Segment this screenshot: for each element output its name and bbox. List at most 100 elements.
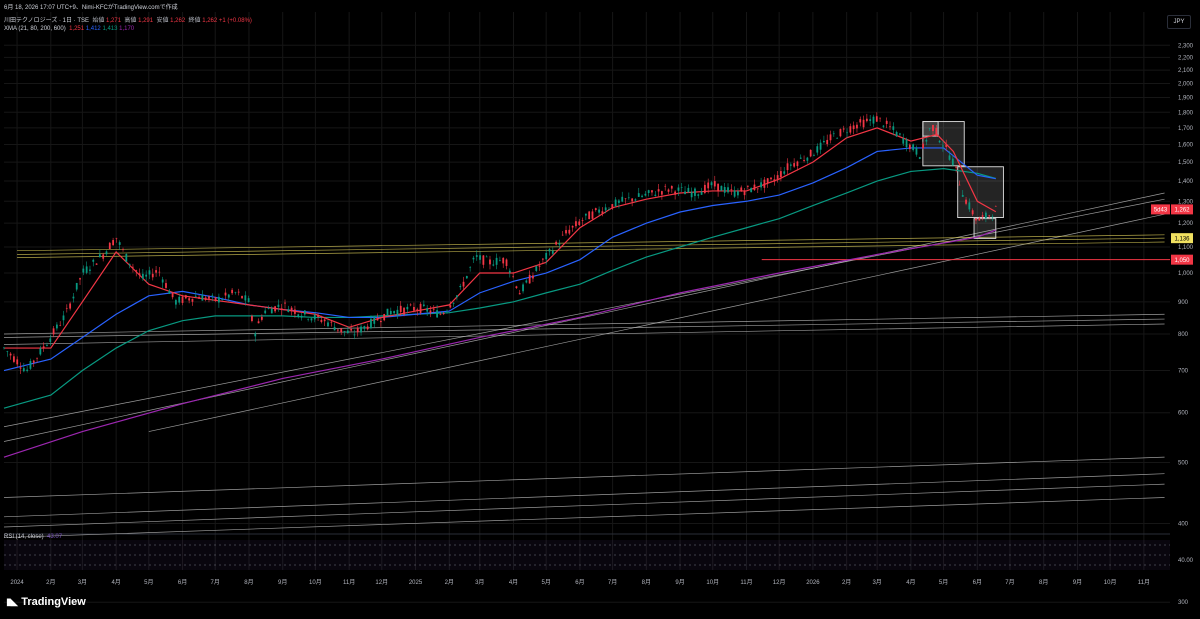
candle-body [928,128,931,130]
candle-body [839,129,842,137]
candle-body [297,314,300,317]
candle-body [151,273,154,278]
candle-body [155,270,157,273]
candle-body [383,313,386,321]
candle-body [356,327,359,333]
currency-button[interactable]: JPY [1167,15,1191,29]
xma600-value: 1,170 [119,26,135,32]
rsi-legend[interactable]: RSI (14, close) 43.07 [4,534,62,540]
candle-body [442,313,445,315]
candle-body [809,149,812,157]
candle-body [320,319,323,322]
candle-body [895,132,898,137]
candle-body [360,326,362,333]
candle-body [786,163,789,171]
candle-body [323,319,326,322]
candle-body [85,266,88,273]
candle-body [234,292,237,293]
candle-body [856,124,858,129]
candle-body [495,257,498,265]
candle-body [862,119,865,128]
candle-body [141,273,144,279]
candle-body [611,204,614,209]
time-tick-label: 8月 [642,579,651,586]
symbol-title[interactable]: 川田テクノロジーズ · 1日 · TSE [4,18,89,24]
candle-body [657,189,660,192]
symbol-legend[interactable]: 川田テクノロジーズ · 1日 · TSE 始値 1,271 高値 1,291 安… [4,15,252,24]
candle-body [158,271,161,273]
candle-body [892,126,895,130]
candle-body [753,184,756,191]
candle-body [644,193,647,196]
candle-body [79,278,81,280]
candlesticks [3,112,997,375]
price-labels: 1,262 5d43 1,136 1,050 [1151,204,1193,265]
candle-body [819,142,822,150]
candle-body [217,296,220,303]
candle-body [793,163,796,167]
time-tick-label: 10月 [309,579,322,586]
indicator-legend[interactable]: XMA (21, 80, 200, 600) 1,251 1,412 1,413… [4,26,134,32]
candle-body [469,267,472,268]
candle-body [776,175,779,179]
candle-body [852,125,855,130]
candle-body [899,133,901,135]
candle-body [287,309,290,313]
candle-body [680,187,683,188]
time-tick-label: 6月 [178,579,187,586]
tradingview-logo[interactable]: ▮◣ TradingView [6,596,86,608]
candle-body [135,270,138,272]
candle-body [508,270,511,273]
candle-body [575,221,577,227]
candle-body [932,125,934,132]
price-axis[interactable]: 2,300 2,200 2,100 2,000 1,900 1,800 1,700 1,600… [1178,43,1194,606]
candle-body [439,314,442,315]
candle-body [555,241,558,245]
trendline [3,497,1165,538]
candle-body [551,250,554,254]
candle-body [3,347,5,349]
candle-body [9,353,12,356]
candle-body [389,310,392,315]
indicator-label[interactable]: XMA (21, 80, 200, 600) [4,26,66,32]
price-tick-label: 2,300 [1178,43,1194,49]
candle-body [75,282,78,290]
candle-body [22,368,25,372]
time-tick-label: 7月 [608,579,617,586]
candle-body [902,138,905,144]
candle-body [115,237,118,239]
candle-body [485,256,488,258]
candle-body [687,187,690,193]
candle-body [667,189,670,192]
candle-body [62,315,65,321]
candle-body [198,297,200,299]
rsi-label[interactable]: RSI (14, close) [4,534,44,540]
rectangle-drawings [922,121,1004,239]
high-value: 1,291 [138,18,154,24]
candle-body [766,178,769,184]
price-tick-label: 800 [1178,332,1189,338]
candle-body [991,216,994,218]
candle-body [145,274,148,277]
candle-body [482,255,485,265]
candle-body [168,290,171,294]
time-axis[interactable]: 2024 2月 3月 4月 5月 6月 7月 8月 9月 10月 11月 12月 2025 2月 3月 4月 5… [10,579,1150,586]
candle-body [211,295,214,296]
price-tick-label: 600 [1178,411,1189,417]
xma200-value: 1,413 [102,26,118,32]
candle-body [885,120,888,124]
candle-body [247,298,250,303]
candle-body [327,322,329,327]
candle-body [13,356,15,362]
candle-body [541,258,544,260]
price-chart[interactable]: 40.00 2,300 2,200 2,100 2,000 1,900 1,800 1,70… [0,0,1200,619]
candle-body [49,338,52,342]
candle-body [422,304,425,306]
candle-body [760,182,762,188]
time-tick-label: 12月 [773,579,786,586]
candle-body [750,187,753,193]
close-value: 1,262 [202,18,218,24]
candle-body [558,243,561,245]
time-tick-label: 7月 [1005,579,1014,586]
candle-body [713,181,716,187]
